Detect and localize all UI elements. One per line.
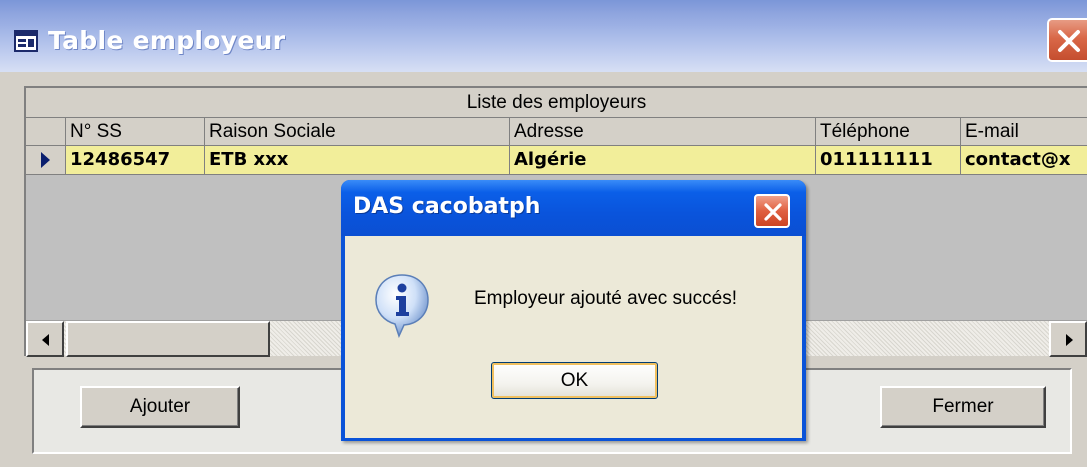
column-header-email[interactable]: E-mail [961,118,1087,146]
dialog-title: DAS cacobatph [353,194,541,219]
arrow-right-icon [1066,334,1073,346]
column-header-raison-sociale[interactable]: Raison Sociale [205,118,510,146]
arrow-left-icon [42,334,49,346]
cell-telephone[interactable]: 011111111 [816,146,961,174]
scroll-right-button[interactable] [1049,321,1087,357]
close-icon [1058,30,1080,52]
current-row-arrow-icon [41,152,50,168]
scroll-left-button[interactable] [26,321,64,357]
header-indicator-cell [26,118,66,146]
column-header-telephone[interactable]: Téléphone [816,118,961,146]
column-header-n-ss[interactable]: N° SS [66,118,205,146]
window-close-button[interactable] [1047,18,1087,62]
row-indicator[interactable] [26,146,66,174]
message-box-dialog: DAS cacobatph Employeur ajouté avec succ… [341,180,806,441]
cell-adresse[interactable]: Algérie [510,146,816,174]
scroll-thumb[interactable] [66,321,270,357]
dialog-message: Employeur ajouté avec succés! [474,288,737,309]
window-title: Table employeur [48,26,286,55]
form-app-icon [14,30,38,52]
cell-n-ss[interactable]: 12486547 [66,146,205,174]
fermer-button[interactable]: Fermer [880,386,1046,428]
dialog-close-button[interactable] [754,194,790,228]
grid-header: N° SS Raison Sociale Adresse Téléphone E… [26,118,1087,146]
close-icon [764,203,782,221]
column-header-adresse[interactable]: Adresse [510,118,816,146]
dialog-titlebar[interactable]: DAS cacobatph [341,180,806,236]
table-row[interactable]: 12486547 ETB xxx Algérie 011111111 conta… [26,146,1087,175]
grid-caption: Liste des employeurs [26,88,1087,118]
ajouter-button[interactable]: Ajouter [80,386,240,428]
cell-email[interactable]: contact@x [961,146,1087,174]
window-titlebar[interactable]: Table employeur [0,0,1087,72]
info-icon [375,274,429,338]
cell-raison-sociale[interactable]: ETB xxx [205,146,510,174]
ok-button[interactable]: OK [491,362,658,399]
dialog-body: Employeur ajouté avec succés! OK [345,236,802,438]
